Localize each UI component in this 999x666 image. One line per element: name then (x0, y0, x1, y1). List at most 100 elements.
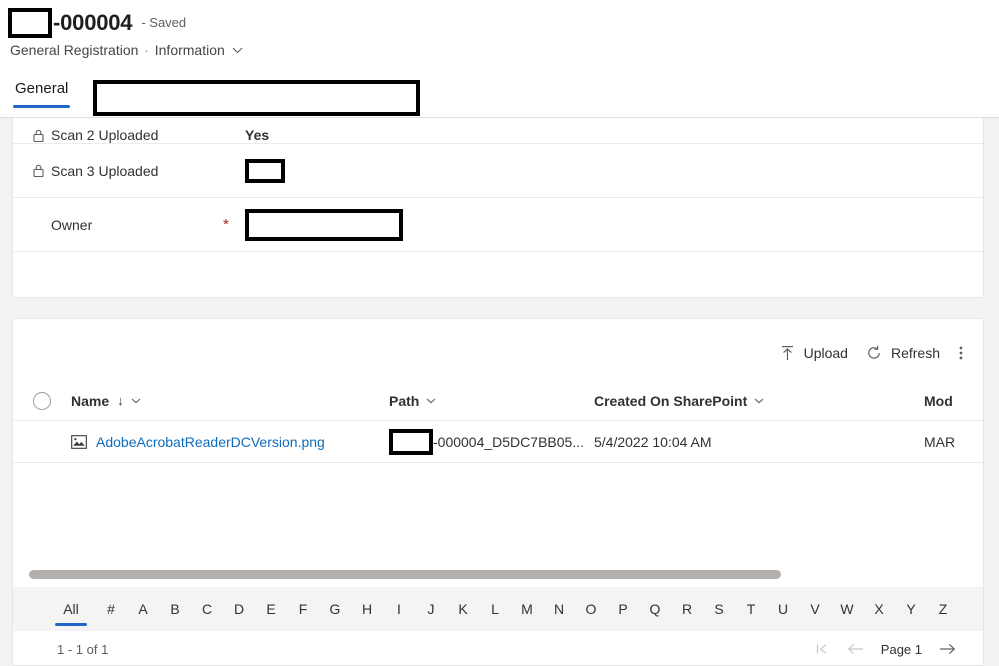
alpha-filter-f[interactable]: F (287, 590, 319, 628)
alpha-filter-g[interactable]: G (319, 590, 351, 628)
app-root: -000004 - Saved General Registration · I… (0, 0, 999, 666)
file-name-link[interactable]: AdobeAcrobatReaderDCVersion.png (96, 434, 325, 450)
column-header-name[interactable]: Name ↓ (71, 393, 389, 409)
record-count-label: 1 - 1 of 1 (57, 641, 109, 657)
lock-icon (33, 164, 44, 177)
record-header: -000004 - Saved General Registration · I… (0, 0, 999, 118)
grid-command-bar: Upload Refresh (771, 333, 973, 373)
form-bottom-spacer (13, 252, 983, 292)
chevron-down-icon[interactable] (232, 47, 243, 54)
field-label-owner: Owner (33, 217, 223, 233)
table-row[interactable]: AdobeAcrobatReaderDCVersion.png -000004_… (13, 422, 983, 463)
sort-ascending-icon: ↓ (117, 393, 124, 408)
tab-general[interactable]: General (13, 78, 71, 108)
alpha-filter-b[interactable]: B (159, 590, 191, 628)
field-row-owner: Owner * (13, 198, 983, 252)
redacted-field-value-owner[interactable] (245, 208, 403, 241)
alpha-filter-h[interactable]: H (351, 590, 383, 628)
alpha-filter-u[interactable]: U (767, 590, 799, 628)
record-id: -000004 (53, 10, 133, 35)
alpha-filter-d[interactable]: D (223, 590, 255, 628)
alpha-filter-v[interactable]: V (799, 590, 831, 628)
vertical-ellipsis-icon (959, 346, 963, 360)
alpha-filter-a[interactable]: A (127, 590, 159, 628)
alpha-filter-w[interactable]: W (831, 590, 863, 628)
alpha-filter-l[interactable]: L (479, 590, 511, 628)
column-header-created-label: Created On SharePoint (594, 392, 748, 409)
alpha-filter-r[interactable]: R (671, 590, 703, 628)
alpha-filter-y[interactable]: Y (895, 590, 927, 628)
redacted-header-field (93, 80, 420, 116)
chevron-down-icon[interactable] (426, 398, 436, 404)
field-label-scan-2-text: Scan 2 Uploaded (51, 127, 159, 143)
first-page-icon (816, 644, 827, 654)
previous-page-button[interactable] (838, 639, 873, 659)
refresh-button[interactable]: Refresh (857, 339, 949, 367)
breadcrumb-form-name[interactable]: Information (155, 42, 225, 58)
more-commands-button[interactable] (949, 339, 973, 367)
column-header-path[interactable]: Path (389, 393, 594, 409)
alpha-filter-z[interactable]: Z (927, 590, 959, 628)
field-label-scan-3-text: Scan 3 Uploaded (51, 162, 159, 179)
alpha-filter-all[interactable]: All (51, 590, 91, 628)
cell-created-on-sharepoint: 5/4/2022 10:04 AM (594, 434, 712, 450)
redacted-path-prefix (389, 429, 433, 455)
upload-button[interactable]: Upload (771, 339, 857, 367)
alpha-filter-i[interactable]: I (383, 590, 415, 628)
field-row-scan-2-uploaded: Scan 2 Uploaded Yes (13, 118, 983, 144)
upload-label: Upload (803, 345, 848, 361)
save-status: - Saved (141, 15, 187, 30)
cell-path: -000004_D5DC7BB05... (389, 429, 594, 455)
horizontal-scrollbar-thumb[interactable] (29, 570, 781, 579)
alpha-filter-p[interactable]: P (607, 590, 639, 628)
alpha-filter-q[interactable]: Q (639, 590, 671, 628)
cell-name: AdobeAcrobatReaderDCVersion.png (71, 434, 389, 450)
chevron-down-icon[interactable] (754, 398, 764, 404)
alpha-filter-m[interactable]: M (511, 590, 543, 628)
redacted-record-prefix (8, 8, 52, 38)
field-label-scan-2: Scan 2 Uploaded (33, 127, 223, 143)
alpha-filter-x[interactable]: X (863, 590, 895, 628)
column-header-path-label: Path (389, 392, 420, 409)
lock-icon (33, 129, 44, 142)
grid-header-row: Name ↓ Path Created On SharePoint Mod (13, 381, 983, 421)
pagination-controls: Page 1 (807, 639, 965, 659)
upload-icon (780, 345, 795, 361)
field-label-scan-3: Scan 3 Uploaded (33, 163, 223, 179)
record-title-row: -000004 - Saved (8, 6, 186, 40)
horizontal-scrollbar-track[interactable] (13, 567, 983, 581)
alpha-filter-k[interactable]: K (447, 590, 479, 628)
alpha-filter-c[interactable]: C (191, 590, 223, 628)
alpha-filter-e[interactable]: E (255, 590, 287, 628)
field-label-owner-text: Owner (51, 216, 93, 233)
column-header-modified[interactable]: Mod (924, 392, 983, 409)
column-header-name-label: Name (71, 392, 110, 409)
alpha-filter-o[interactable]: O (575, 590, 607, 628)
page-number-label: Page 1 (880, 641, 922, 657)
arrow-left-icon (847, 643, 863, 655)
breadcrumb-separator: · (144, 42, 149, 58)
refresh-label: Refresh (890, 345, 940, 361)
alpha-filter-hash[interactable]: # (95, 590, 127, 628)
documents-grid-panel: Upload Refresh Name ↓ Path Created On Sh… (12, 318, 984, 666)
refresh-icon (866, 345, 882, 361)
alpha-filter-s[interactable]: S (703, 590, 735, 628)
required-indicator-owner: * (223, 216, 229, 233)
alpha-filter-bar: All # A B C D E F G H I J K L M N O P Q R S T U V W X Y Z (13, 587, 983, 631)
field-value-scan-2: Yes (245, 127, 270, 143)
breadcrumb-entity: General Registration (10, 42, 139, 58)
next-page-button[interactable] (930, 639, 965, 659)
first-page-button[interactable] (807, 639, 838, 659)
cell-modified: MAR (924, 434, 956, 450)
column-header-modified-label: Mod (924, 392, 953, 409)
alpha-filter-t[interactable]: T (735, 590, 767, 628)
column-header-created-on-sharepoint[interactable]: Created On SharePoint (594, 393, 924, 409)
field-row-scan-3-uploaded: Scan 3 Uploaded (13, 144, 983, 198)
alpha-filter-j[interactable]: J (415, 590, 447, 628)
select-all-checkbox[interactable] (33, 391, 51, 410)
image-file-icon (71, 435, 87, 449)
breadcrumb: General Registration · Information (10, 40, 243, 60)
chevron-down-icon[interactable] (131, 398, 141, 404)
form-fields-panel: Scan 2 Uploaded Yes Scan 3 Uploaded Owne… (12, 118, 984, 298)
alpha-filter-n[interactable]: N (543, 590, 575, 628)
